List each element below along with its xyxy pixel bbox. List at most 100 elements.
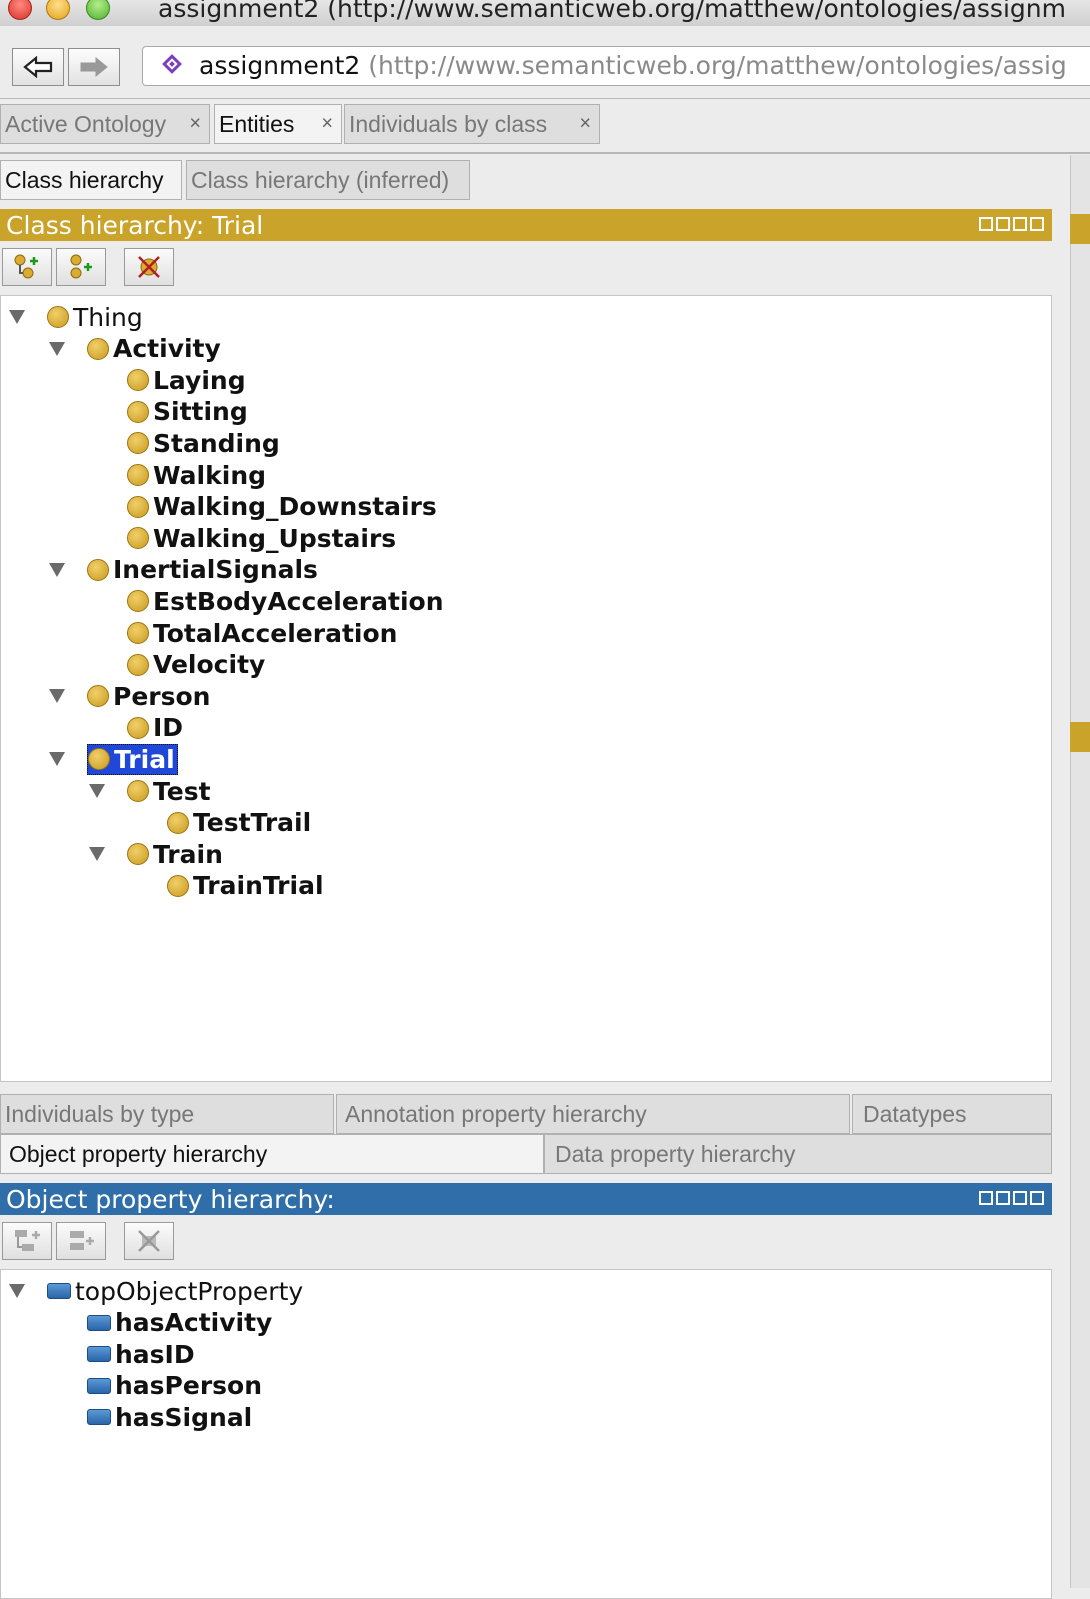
tree-node[interactable]: TotalAcceleration: [127, 618, 397, 648]
add-sub-property-button[interactable]: [2, 1222, 52, 1260]
minimize-window-button[interactable]: [46, 0, 70, 20]
tab-data-property-hierarchy[interactable]: Data property hierarchy: [544, 1134, 1052, 1174]
tab-label: Datatypes: [863, 1100, 967, 1127]
class-circle-icon: [127, 622, 149, 644]
forward-arrow-icon: [80, 56, 108, 78]
add-sibling-class-button[interactable]: [56, 248, 106, 286]
back-button[interactable]: [12, 48, 64, 86]
expand-arrow-icon[interactable]: [49, 689, 65, 704]
tree-node[interactable]: hasID: [87, 1339, 195, 1369]
split-vertical-icon[interactable]: [996, 1191, 1010, 1205]
tree-node[interactable]: Walking: [127, 460, 266, 490]
close-view-icon[interactable]: [1030, 1191, 1044, 1205]
forward-button[interactable]: [68, 48, 120, 86]
object-property-tree: topObjectProperty hasActivity hasID hasPers…: [0, 1269, 1052, 1599]
tree-node[interactable]: TestTrail: [167, 808, 311, 838]
close-icon[interactable]: ×: [579, 113, 591, 136]
tree-node-label: topObjectProperty: [75, 1276, 304, 1306]
close-view-icon[interactable]: [1030, 217, 1044, 231]
tab-label: Class hierarchy: [5, 166, 164, 193]
class-circle-icon: [127, 432, 149, 455]
class-hierarchy-header: Class hierarchy: Trial: [0, 209, 1052, 241]
tree-node[interactable]: ID: [127, 713, 183, 743]
tab-annotation-property-hierarchy[interactable]: Annotation property hierarchy: [336, 1094, 850, 1134]
tree-node-label: hasID: [115, 1339, 195, 1369]
add-sibling-property-button[interactable]: [56, 1222, 106, 1260]
ontology-url: (http://www.semanticweb.org/matthew/onto…: [368, 51, 1067, 80]
window-title: assignment2 (http://www.semanticweb.org/…: [158, 0, 1066, 23]
tree-node[interactable]: hasPerson: [87, 1371, 262, 1401]
class-circle-icon: [87, 337, 109, 360]
tree-node[interactable]: Sitting: [127, 397, 248, 427]
split-vertical-icon[interactable]: [996, 217, 1010, 231]
tree-node[interactable]: Thing: [9, 302, 143, 332]
class-toolbar: [0, 244, 1052, 286]
tree-node[interactable]: Test: [89, 776, 211, 806]
tree-node[interactable]: hasActivity: [87, 1308, 272, 1338]
tree-node-label: hasPerson: [115, 1371, 263, 1401]
add-subclass-button[interactable]: [2, 248, 52, 286]
tree-node[interactable]: EstBodyAcceleration: [127, 586, 444, 616]
tab-datatypes[interactable]: Datatypes: [852, 1094, 1052, 1134]
expand-arrow-icon[interactable]: [89, 847, 105, 862]
tree-node[interactable]: hasSignal: [87, 1402, 252, 1432]
tab-active-ontology[interactable]: Active Ontology ×: [0, 104, 210, 144]
split-horizontal-icon[interactable]: [979, 217, 993, 231]
tab-class-hierarchy-inferred[interactable]: Class hierarchy (inferred): [186, 160, 470, 200]
bottom-tab-bar-1: Individuals by type Annotation property …: [0, 1094, 1052, 1134]
close-window-button[interactable]: [8, 0, 32, 20]
expand-arrow-icon[interactable]: [9, 1284, 25, 1298]
tree-node[interactable]: Velocity: [127, 650, 265, 680]
tree-node-label: InertialSignals: [113, 555, 318, 585]
tree-node-label: Walking_Upstairs: [153, 523, 397, 553]
tree-node-label: Sitting: [153, 397, 248, 427]
ontology-address-field[interactable]: assignment2 (http://www.semanticweb.org/…: [142, 46, 1090, 86]
ontology-name: assignment2: [199, 51, 361, 80]
tab-label: Object property hierarchy: [9, 1140, 268, 1167]
zoom-window-button[interactable]: [86, 0, 110, 20]
tree-node[interactable]: TrainTrial: [167, 871, 324, 901]
close-icon[interactable]: ×: [321, 113, 333, 136]
expand-arrow-icon[interactable]: [49, 341, 65, 356]
tree-node[interactable]: Standing: [127, 428, 280, 458]
tree-node[interactable]: Person: [49, 681, 210, 711]
object-property-icon: [47, 1283, 71, 1299]
class-circle-icon: [127, 716, 149, 739]
split-horizontal-icon[interactable]: [979, 1191, 993, 1205]
expand-arrow-icon[interactable]: [9, 310, 25, 324]
class-circle-icon: [127, 369, 149, 392]
tab-entities[interactable]: Entities ×: [214, 104, 342, 144]
expand-arrow-icon[interactable]: [49, 562, 65, 577]
tree-node[interactable]: Trial: [49, 743, 178, 775]
expand-arrow-icon[interactable]: [49, 752, 65, 767]
bottom-tab-bar-2: Object property hierarchy Data property …: [0, 1134, 1052, 1174]
tree-node-label: TrainTrial: [193, 871, 324, 901]
tab-individuals-by-type[interactable]: Individuals by type: [0, 1094, 334, 1134]
tree-node[interactable]: Activity: [49, 334, 221, 364]
tab-label: Annotation property hierarchy: [345, 1100, 647, 1127]
add-sibling-property-icon: [70, 1231, 94, 1250]
tree-node[interactable]: Walking_Downstairs: [127, 492, 437, 522]
navigation-bar: assignment2 (http://www.semanticweb.org/…: [0, 26, 1090, 99]
tab-object-property-hierarchy[interactable]: Object property hierarchy: [0, 1134, 544, 1174]
right-side-panel-edge: [1070, 155, 1090, 1588]
right-panel-header-accent: [1070, 214, 1090, 244]
tree-node[interactable]: Train: [89, 839, 223, 869]
delete-property-button[interactable]: [124, 1222, 174, 1260]
tree-node-label: Walking_Downstairs: [153, 492, 437, 522]
tree-node-label: Walking: [153, 460, 267, 490]
add-subclass-icon: [14, 254, 38, 279]
tree-node[interactable]: Walking_Upstairs: [127, 523, 396, 553]
delete-class-button[interactable]: [124, 248, 174, 286]
tree-node-label: Trial: [114, 744, 175, 774]
tree-node[interactable]: InertialSignals: [49, 555, 318, 585]
class-circle-icon: [127, 400, 149, 423]
float-view-icon[interactable]: [1013, 217, 1027, 231]
tab-individuals-by-class[interactable]: Individuals by class ×: [344, 104, 600, 144]
float-view-icon[interactable]: [1013, 1191, 1027, 1205]
tree-node[interactable]: Laying: [127, 365, 246, 395]
close-icon[interactable]: ×: [189, 113, 201, 136]
expand-arrow-icon[interactable]: [89, 784, 105, 798]
tab-class-hierarchy[interactable]: Class hierarchy: [0, 160, 182, 200]
tree-node[interactable]: topObjectProperty: [9, 1276, 304, 1306]
